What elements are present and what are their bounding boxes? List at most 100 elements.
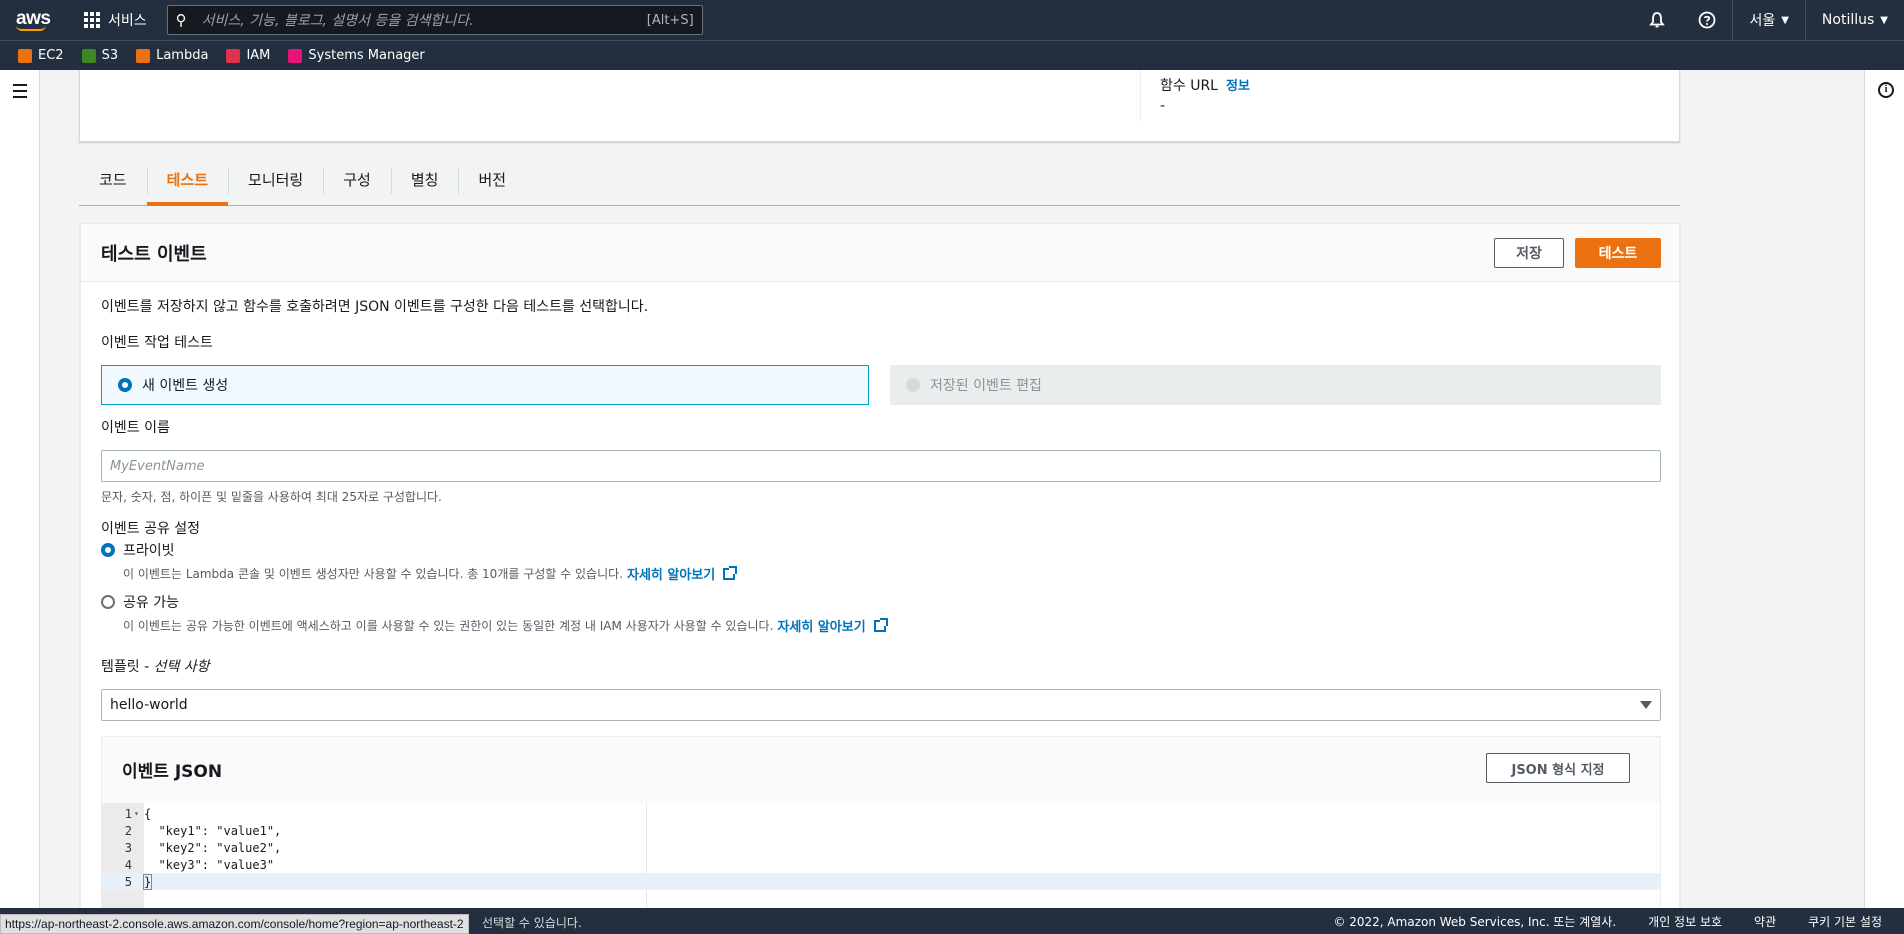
radio-selected-icon bbox=[118, 378, 132, 392]
function-url-label: 함수 URL bbox=[1160, 78, 1218, 94]
panel-description: 이벤트를 저장하지 않고 함수를 호출하려면 JSON 이벤트를 구성한 다음 … bbox=[101, 299, 649, 315]
favorite-iam[interactable]: IAM bbox=[226, 48, 270, 63]
new-event-option[interactable]: 새 이벤트 생성 bbox=[101, 365, 869, 405]
external-link-icon bbox=[723, 565, 738, 580]
template-value: hello-world bbox=[110, 697, 188, 713]
private-desc-text: 이 이벤트는 Lambda 콘솔 및 이벤트 생성자만 사용할 수 있습니다. … bbox=[123, 567, 623, 581]
search-input[interactable]: ⚲ 서비스, 기능, 블로그, 설명서 등을 검색합니다. [Alt+S] bbox=[166, 5, 703, 35]
template-select[interactable]: hello-world bbox=[101, 689, 1661, 721]
private-option[interactable]: 프라이빗 bbox=[101, 540, 175, 560]
search-icon: ⚲ bbox=[175, 11, 187, 29]
learn-more-link[interactable]: 자세히 알아보기 bbox=[627, 564, 715, 583]
template-label-text: 템플릿 - bbox=[101, 659, 154, 675]
services-menu-button[interactable]: 서비스 bbox=[84, 10, 147, 30]
line-number: 1 bbox=[124, 806, 132, 821]
favorite-s3[interactable]: S3 bbox=[81, 48, 119, 63]
info-icon[interactable]: i bbox=[1878, 82, 1894, 98]
saved-event-option: 저장된 이벤트 편집 bbox=[890, 365, 1661, 405]
account-label: Notillus bbox=[1821, 12, 1875, 28]
copyright-text: © 2022, Amazon Web Services, Inc. 또는 계열사… bbox=[1333, 914, 1617, 929]
region-selector[interactable]: 서울 ▼ bbox=[1732, 0, 1804, 40]
saved-event-label: 저장된 이벤트 편집 bbox=[930, 378, 1042, 394]
main-content: 함수 URL 정보 - 코드 테스트 모니터링 구성 별칭 버전 테스트 이벤트… bbox=[41, 70, 1864, 908]
radio-selected-icon bbox=[101, 543, 115, 557]
favorite-label: Systems Manager bbox=[308, 48, 425, 63]
code-text: "key3": "value3" bbox=[144, 857, 275, 872]
ec2-icon bbox=[18, 48, 32, 63]
private-label: 프라이빗 bbox=[123, 543, 175, 559]
code-line: 2 "key1": "value1", bbox=[102, 822, 1660, 839]
test-button[interactable]: 테스트 bbox=[1575, 238, 1661, 268]
hamburger-menu-icon[interactable] bbox=[13, 84, 27, 102]
privacy-link[interactable]: 개인 정보 보호 bbox=[1648, 913, 1722, 930]
right-tools-rail: i bbox=[1864, 70, 1904, 908]
top-navigation: aws 서비스 ⚲ 서비스, 기능, 블로그, 설명서 등을 검색합니다. [A… bbox=[0, 0, 1904, 40]
favorites-bar: EC2 S3 Lambda IAM Systems Manager bbox=[0, 40, 1904, 70]
favorite-ec2[interactable]: EC2 bbox=[18, 48, 64, 63]
terms-link[interactable]: 약관 bbox=[1754, 913, 1776, 930]
lambda-icon bbox=[136, 48, 151, 63]
account-menu[interactable]: Notillus ▼ bbox=[1804, 0, 1904, 40]
sharing-label: 이벤트 공유 설정 bbox=[101, 521, 201, 537]
code-line-active: 5 } bbox=[102, 873, 1660, 890]
learn-more-link[interactable]: 자세히 알아보기 bbox=[777, 616, 865, 635]
panel-header: 테스트 이벤트 저장 테스트 bbox=[81, 224, 1679, 282]
iam-icon bbox=[226, 48, 241, 63]
favorite-systems-manager[interactable]: Systems Manager bbox=[288, 48, 425, 63]
grid-icon bbox=[84, 12, 100, 28]
code-text: "key2": "value2", bbox=[144, 840, 282, 855]
caret-down-icon: ▼ bbox=[1880, 14, 1888, 26]
shareable-label: 공유 가능 bbox=[123, 595, 179, 611]
search-shortcut: [Alt+S] bbox=[646, 12, 694, 28]
line-number: 4 bbox=[124, 857, 132, 872]
tab-test[interactable]: 테스트 bbox=[146, 156, 229, 206]
json-code-editor[interactable]: 1 ▾ { 2 "key1": "value1", 3 "key2": "val… bbox=[102, 803, 1660, 908]
bell-icon bbox=[1649, 12, 1666, 28]
test-event-panel: 테스트 이벤트 저장 테스트 이벤트를 저장하지 않고 함수를 호출하려면 JS… bbox=[80, 223, 1680, 908]
line-number: 5 bbox=[124, 874, 132, 889]
info-link[interactable]: 정보 bbox=[1226, 75, 1250, 95]
help-button[interactable] bbox=[1682, 0, 1732, 40]
tab-code[interactable]: 코드 bbox=[79, 156, 147, 202]
shareable-option[interactable]: 공유 가능 bbox=[101, 592, 179, 612]
favorite-lambda[interactable]: Lambda bbox=[136, 48, 208, 63]
tab-monitoring[interactable]: 모니터링 bbox=[228, 156, 323, 202]
shareable-description: 이 이벤트는 공유 가능한 이벤트에 액세스하고 이를 사용할 수 있는 권한이… bbox=[123, 616, 888, 635]
code-text: "key1": "value1", bbox=[144, 823, 282, 838]
tab-aliases[interactable]: 별칭 bbox=[390, 156, 459, 202]
format-json-button[interactable]: JSON 형식 지정 bbox=[1486, 753, 1630, 783]
save-button[interactable]: 저장 bbox=[1494, 238, 1564, 268]
region-label: 서울 bbox=[1749, 13, 1776, 29]
favorite-label: Lambda bbox=[156, 48, 209, 63]
browser-status-url: https://ap-northeast-2.console.aws.amazo… bbox=[0, 914, 469, 934]
cookie-preferences-link[interactable]: 쿠키 기본 설정 bbox=[1808, 913, 1882, 930]
function-url-label-row: 함수 URL 정보 bbox=[1160, 75, 1250, 95]
s3-icon bbox=[81, 48, 96, 63]
help-icon bbox=[1699, 11, 1716, 29]
caret-down-icon: ▼ bbox=[1781, 14, 1789, 26]
external-link-icon bbox=[873, 617, 888, 632]
template-optional-text: 선택 사항 bbox=[153, 659, 210, 675]
radio-unselected-icon bbox=[101, 595, 115, 609]
event-name-label: 이벤트 이름 bbox=[101, 420, 170, 436]
search-placeholder: 서비스, 기능, 블로그, 설명서 등을 검색합니다. bbox=[201, 13, 474, 29]
code-text: } bbox=[142, 873, 153, 890]
notifications-button[interactable] bbox=[1632, 0, 1682, 40]
private-description: 이 이벤트는 Lambda 콘솔 및 이벤트 생성자만 사용할 수 있습니다. … bbox=[123, 564, 738, 583]
event-json-section: 이벤트 JSON JSON 형식 지정 1 ▾ { 2 "key1": "val… bbox=[101, 736, 1661, 908]
divider bbox=[1140, 70, 1141, 121]
code-text: { bbox=[144, 806, 152, 821]
event-name-input[interactable]: MyEventName bbox=[101, 450, 1661, 482]
favorite-label: S3 bbox=[101, 48, 119, 63]
tab-configuration[interactable]: 구성 bbox=[323, 156, 391, 202]
event-json-title: 이벤트 JSON bbox=[122, 762, 223, 782]
function-tabs: 코드 테스트 모니터링 구성 별칭 버전 bbox=[79, 156, 1680, 206]
systems-manager-icon bbox=[288, 48, 303, 63]
event-name-hint: 문자, 숫자, 점, 하이픈 및 밑줄을 사용하여 최대 25자로 구성합니다. bbox=[101, 490, 442, 504]
tab-versions[interactable]: 버전 bbox=[458, 156, 526, 202]
code-line: 4 "key3": "value3" bbox=[102, 856, 1660, 873]
code-line: 3 "key2": "value2", bbox=[102, 839, 1660, 856]
favorite-label: EC2 bbox=[38, 48, 64, 63]
aws-logo[interactable]: aws bbox=[0, 9, 56, 31]
fold-toggle-icon[interactable]: ▾ bbox=[132, 809, 144, 818]
